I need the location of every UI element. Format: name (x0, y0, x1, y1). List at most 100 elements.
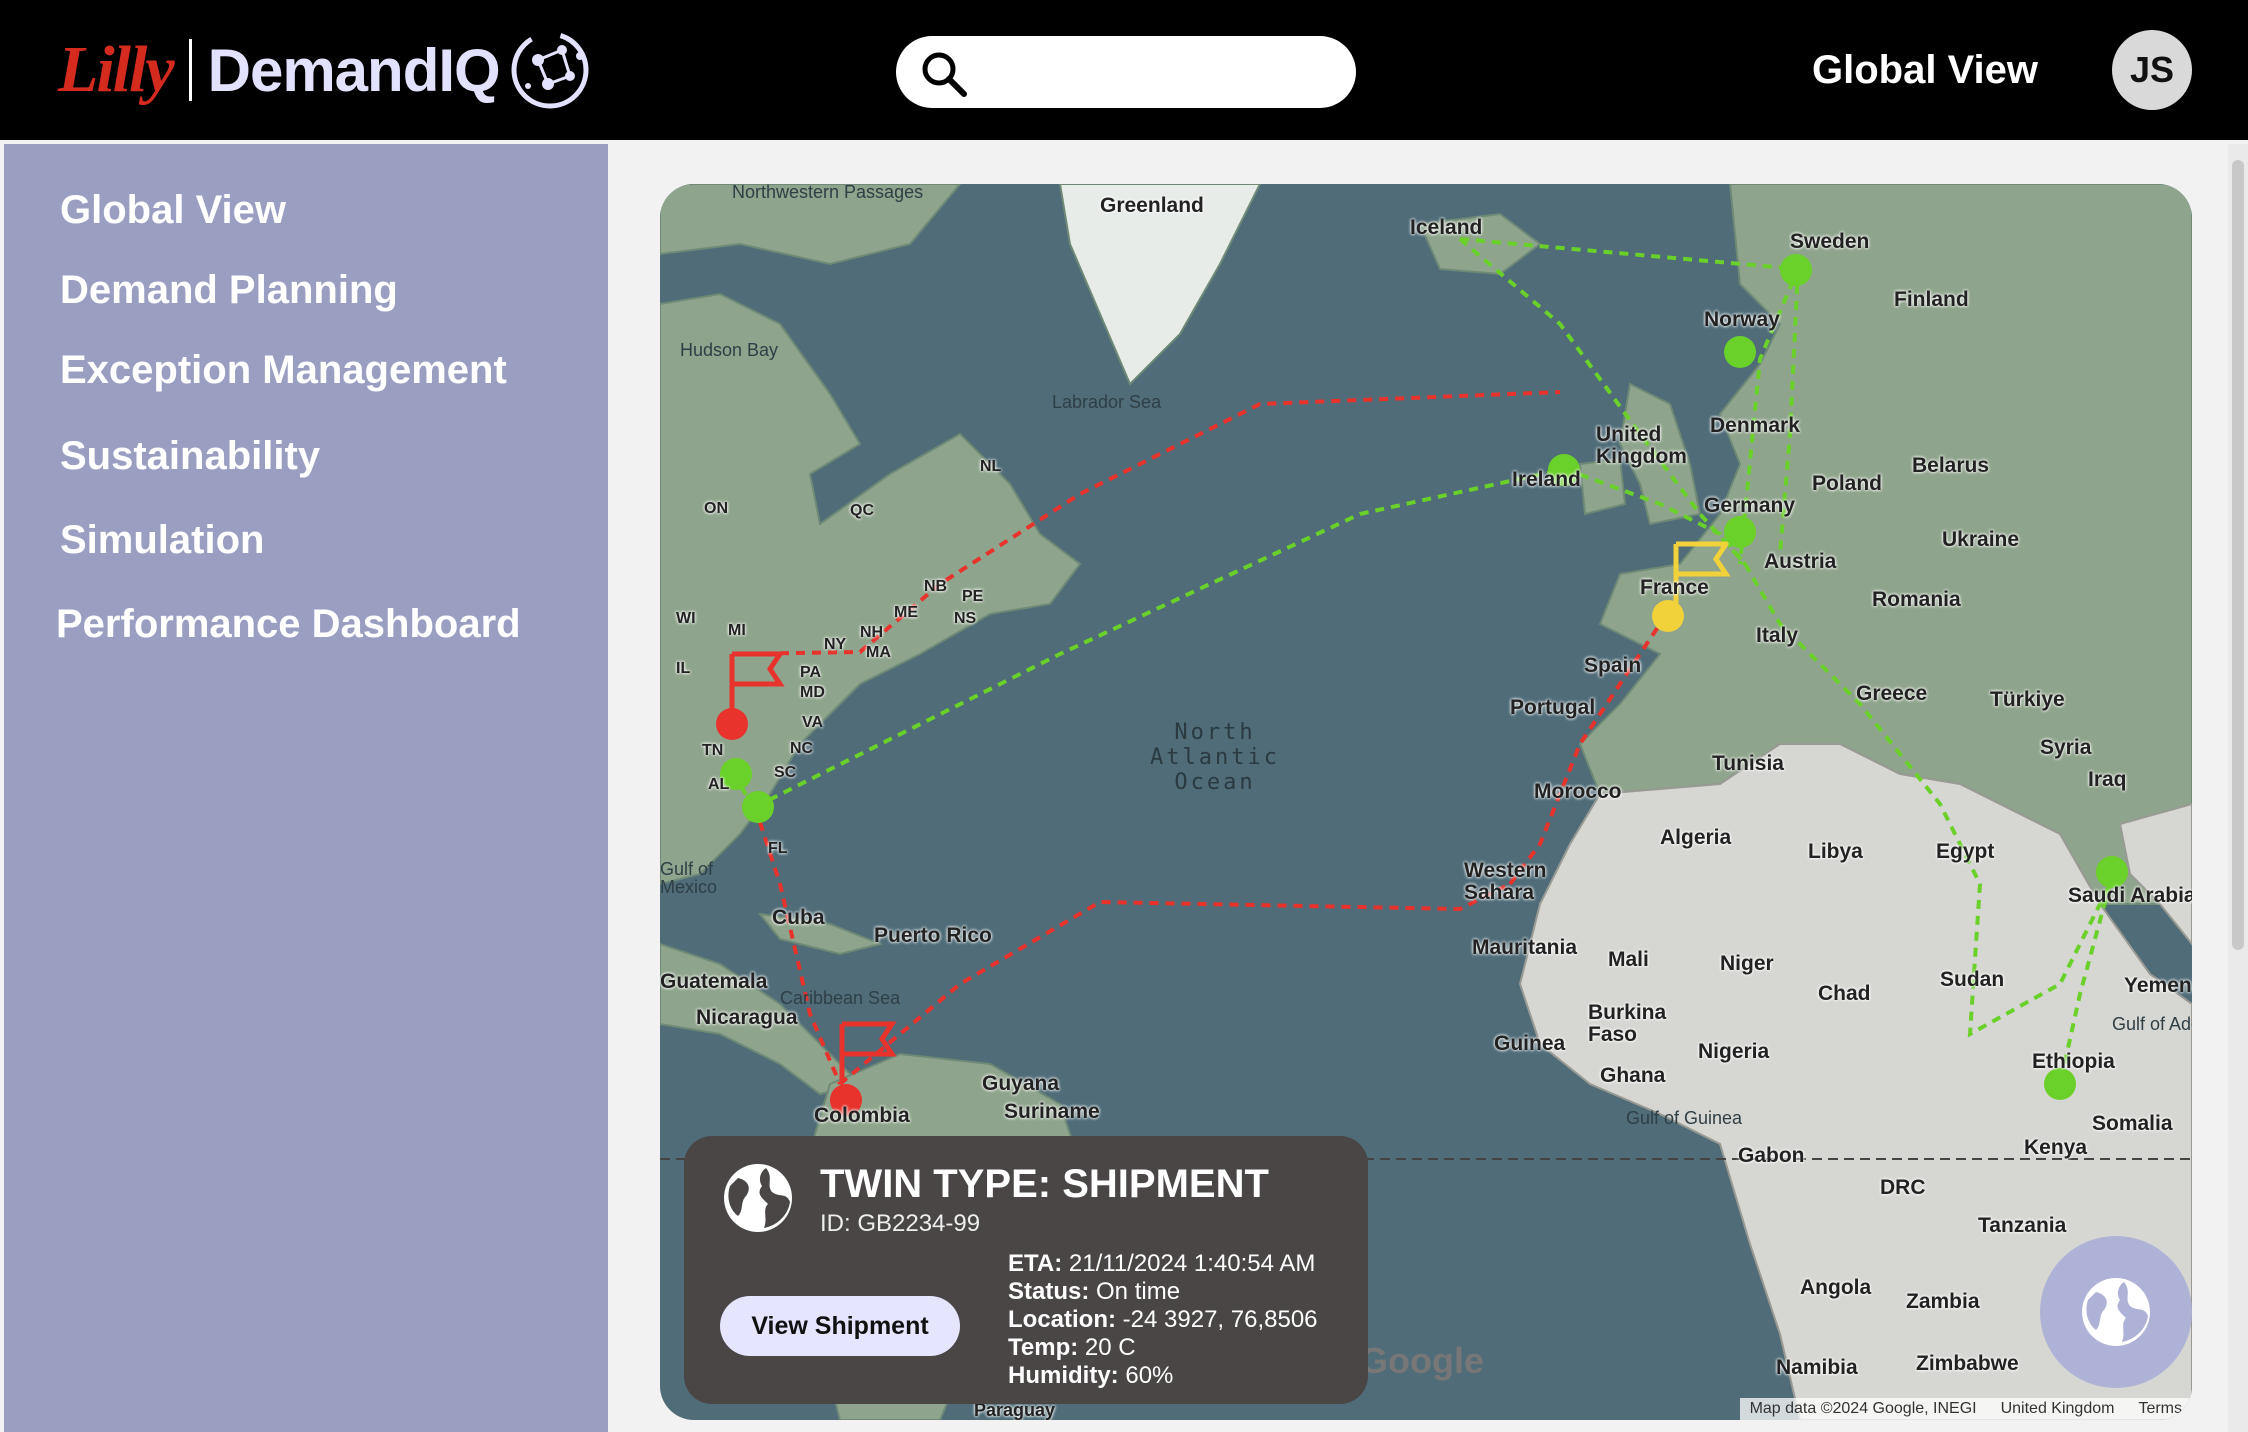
map-label-belarus: Belarus (1912, 454, 1990, 477)
shipment-card: TWIN TYPE: SHIPMENT ID: GB2234-99 View S… (684, 1136, 1368, 1404)
status-label: Status: (1008, 1278, 1090, 1305)
eta-label: ETA: (1008, 1250, 1063, 1277)
map-label-puerto-rico: Puerto Rico (874, 924, 992, 947)
map-label-guinea: Guinea (1494, 1032, 1566, 1055)
temp-row: Temp: 20 C (1008, 1334, 1318, 1362)
view-shipment-button[interactable]: View Shipment (720, 1296, 960, 1356)
map-label-suriname: Suriname (1004, 1100, 1100, 1123)
map-label-chad: Chad (1818, 982, 1871, 1005)
product-name: DemandIQ (207, 36, 501, 104)
search-input[interactable] (986, 50, 1326, 94)
map-label-germany: Germany (1704, 494, 1796, 517)
map-label-france: France (1640, 576, 1709, 599)
sidebar-item-demand-planning[interactable]: Demand Planning (60, 268, 398, 313)
map-label-ocean: North Atlantic Ocean (1150, 720, 1280, 795)
marker-green-germany[interactable] (1724, 516, 1756, 548)
map-label-zimbabwe: Zimbabwe (1916, 1352, 2019, 1375)
map-label-mali: Mali (1608, 948, 1649, 971)
map-label-ethiopia: Ethiopia (2032, 1050, 2115, 1073)
sidebar-item-sustainability[interactable]: Sustainability (60, 434, 320, 479)
map-label-va: VA (802, 714, 824, 731)
map-label-tn: TN (702, 742, 724, 759)
map-label-austria: Austria (1764, 550, 1837, 573)
map-label-hudson-bay: Hudson Bay (680, 340, 779, 360)
map-label-sc: SC (774, 764, 797, 781)
user-avatar[interactable]: JS (2112, 30, 2192, 110)
map-label-algeria: Algeria (1660, 826, 1732, 849)
map-terms-link[interactable]: Terms (2138, 1400, 2182, 1418)
location-value: -24 3927, 76,8506 (1122, 1306, 1318, 1333)
sidebar-item-exception-management[interactable]: Exception Management (60, 348, 507, 393)
globe-view-button[interactable] (2040, 1236, 2192, 1388)
map-label-md: MD (800, 684, 825, 701)
map-label-ns: NS (954, 610, 977, 627)
map-label-guatemala: Guatemala (660, 970, 768, 993)
map-label-fl: FL (768, 840, 788, 857)
sidebar-item-performance-dashboard[interactable]: Performance Dashboard (56, 602, 521, 647)
route-green-iceland-uk (1458, 237, 1747, 566)
google-logo: Google (1360, 1340, 1484, 1381)
map-label-poland: Poland (1812, 472, 1883, 495)
search-bar[interactable] (896, 36, 1356, 108)
status-value: On time (1096, 1278, 1181, 1305)
map-label-tanzania: Tanzania (1978, 1214, 2067, 1237)
map-label-iceland: Iceland (1410, 216, 1483, 239)
search-icon (922, 52, 967, 97)
map-label-tunisia: Tunisia (1712, 752, 1784, 775)
map-label-nl: NL (980, 458, 1002, 475)
map-label-nb: NB (924, 578, 948, 595)
scrollbar-thumb[interactable] (2232, 160, 2244, 950)
map-label-gulf-of-aden: Gulf of Aden (2112, 1014, 2192, 1034)
map-label-pa: PA (800, 664, 822, 681)
map-label-guyana: Guyana (982, 1072, 1060, 1095)
map-label-sudan: Sudan (1940, 968, 2005, 991)
page-scrollbar[interactable] (2228, 144, 2248, 1432)
shipment-id: ID: GB2234-99 (820, 1210, 981, 1237)
map-label-nc: NC (790, 740, 814, 757)
marker-green-us-2[interactable] (742, 791, 774, 823)
sidebar-item-global-view[interactable]: Global View (60, 188, 286, 233)
map-label-morocco: Morocco (1534, 780, 1622, 803)
map-label-western-sahara: Western Sahara (1464, 859, 1547, 904)
map-label-egypt: Egypt (1936, 840, 1995, 863)
eta-value: 21/11/2024 1:40:54 AM (1068, 1250, 1316, 1277)
map-data-attribution: Map data ©2024 Google, INEGI (1749, 1400, 1977, 1417)
map-label-sweden: Sweden (1790, 230, 1870, 253)
map-region-link[interactable]: United Kingdom (2001, 1400, 2115, 1418)
status-row: Status: On time (1008, 1278, 1318, 1306)
map-label-greece: Greece (1856, 682, 1928, 705)
globe-icon (2082, 1278, 2150, 1346)
map-label-ukraine: Ukraine (1942, 528, 2020, 551)
map-label-namibia: Namibia (1776, 1356, 1858, 1379)
marker-green-norway[interactable] (1724, 336, 1756, 368)
map-label-nigeria: Nigeria (1698, 1040, 1770, 1063)
map-label-pe: PE (962, 588, 984, 605)
map-label-saudi-arabia: Saudi Arabia (2068, 884, 2192, 907)
map-label-burkina-faso: Burkina Faso (1588, 1001, 1667, 1046)
map-label-ghana: Ghana (1600, 1064, 1666, 1087)
map-label-portugal: Portugal (1510, 696, 1596, 719)
humidity-label: Humidity: (1008, 1362, 1119, 1389)
map-label-on: ON (704, 500, 728, 517)
map-label-nicaragua: Nicaragua (696, 1006, 798, 1029)
map-label-gulf-of-mexico: Gulf of Mexico (660, 859, 718, 897)
marker-yellow-france[interactable] (1652, 600, 1684, 632)
humidity-value: 60% (1125, 1362, 1174, 1389)
map-label-il: IL (676, 660, 691, 677)
map-label-finland: Finland (1894, 288, 1969, 311)
brand-logo[interactable]: Lilly DemandIQ (58, 30, 596, 110)
map-label-yemen: Yemen (2124, 974, 2192, 997)
map-label-northwestern-passages: Northwestern Passages (732, 184, 924, 202)
eta-row: ETA: 21/11/2024 1:40:54 AM (1008, 1250, 1318, 1278)
lilly-logo: Lilly (58, 33, 175, 106)
map-label-libya: Libya (1808, 840, 1863, 863)
marker-red-us[interactable] (716, 708, 748, 740)
sidebar-item-simulation[interactable]: Simulation (60, 518, 264, 563)
map-label-gabon: Gabon (1738, 1144, 1805, 1167)
globe-icon (724, 1164, 792, 1232)
map-label-ny: NY (824, 636, 847, 653)
map-label-al: AL (708, 776, 730, 793)
marker-green-sweden[interactable] (1780, 254, 1812, 286)
map-label-gulf-of-guinea: Gulf of Guinea (1626, 1108, 1743, 1128)
logo-divider (188, 39, 192, 101)
